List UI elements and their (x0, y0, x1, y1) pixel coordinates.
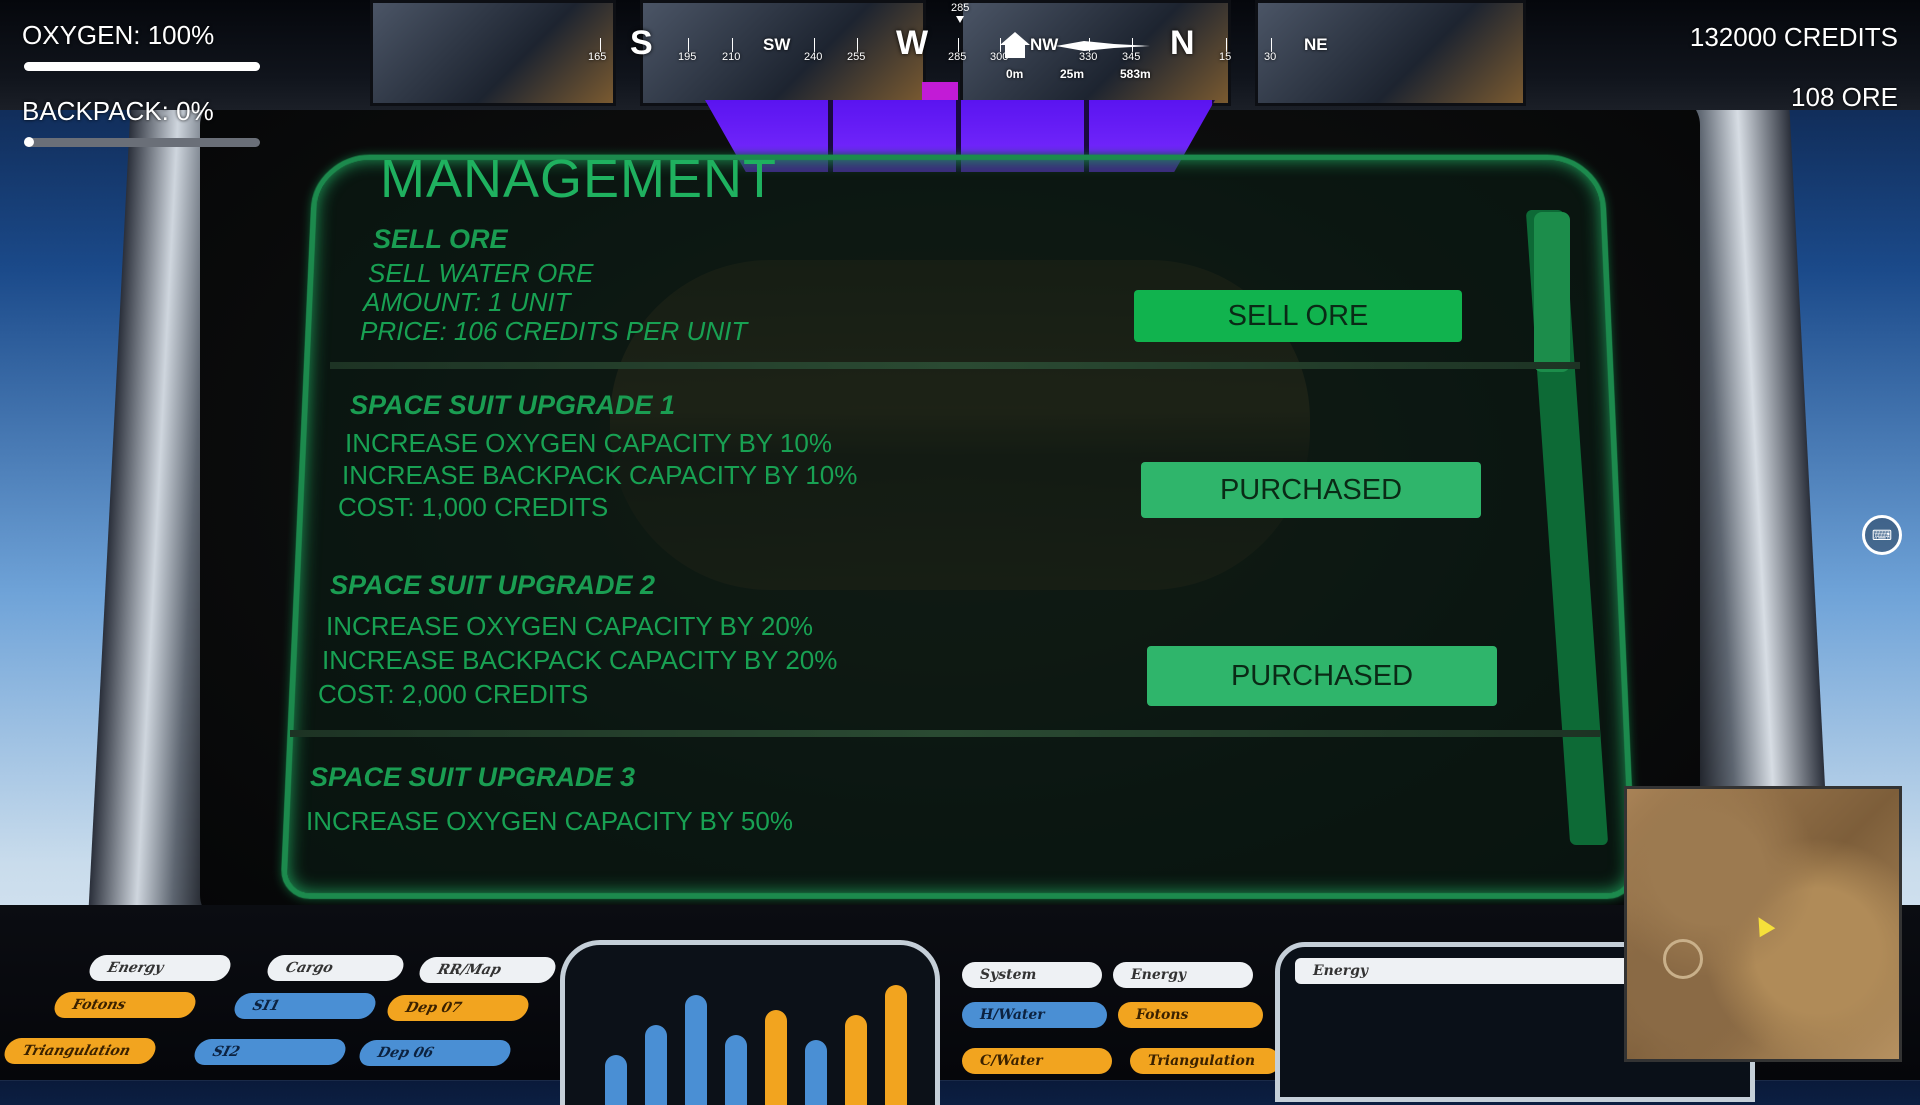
scrollbar-thumb[interactable] (1534, 212, 1570, 372)
compass-west: W (896, 24, 929, 62)
console-pill[interactable]: Fotons (1118, 1002, 1263, 1028)
compass-tick (1226, 38, 1227, 52)
sell-ore-price: PRICE: 106 CREDITS PER UNIT (360, 316, 748, 346)
oxygen-bar (24, 62, 260, 71)
console-pill[interactable]: System (962, 962, 1102, 988)
sell-ore-button[interactable]: SELL ORE (1134, 290, 1462, 342)
compass-degree: 255 (847, 51, 866, 63)
console-gauge-screen (560, 940, 940, 1105)
upgrade2-backpack: INCREASE BACKPACK CAPACITY BY 20% (322, 645, 838, 675)
console-pill[interactable]: H/Water (962, 1002, 1107, 1028)
compass-degree: 30 (1264, 51, 1277, 63)
compass-degree: 195 (678, 51, 697, 63)
compass-tick (814, 38, 815, 52)
compass-heading: 285 (951, 2, 970, 14)
compass-tick (1271, 38, 1272, 52)
console-pill[interactable]: Triangulation (1130, 1048, 1280, 1074)
oxygen-label: OXYGEN: 100% (22, 20, 215, 50)
home-icon (1000, 32, 1030, 58)
gauge-bar (685, 995, 707, 1105)
compass-south: S (630, 24, 653, 62)
compass-north: N (1170, 24, 1195, 62)
console-pill[interactable]: RR/Map (416, 957, 559, 983)
gauge-bar (805, 1040, 827, 1105)
upgrade2-heading: SPACE SUIT UPGRADE 2 (330, 570, 656, 600)
compass-tick (732, 38, 733, 52)
minimap-crater (1663, 939, 1703, 979)
gauge-bar (845, 1015, 867, 1105)
panel-title: MANAGEMENT (380, 149, 778, 209)
compass-degree: 240 (804, 51, 823, 63)
section-divider (290, 730, 1600, 737)
distance-ship: 583m (1120, 67, 1151, 81)
console-pill[interactable]: C/Water (962, 1048, 1112, 1074)
heading-pointer-icon (956, 16, 964, 23)
compass-degree: 285 (948, 51, 967, 63)
upgrade1-backpack: INCREASE BACKPACK CAPACITY BY 10% (342, 460, 858, 490)
distance-home: 0m (1006, 67, 1024, 81)
compass-degree: 15 (1219, 51, 1232, 63)
player-position-icon (1750, 912, 1776, 938)
sell-ore-amount: AMOUNT: 1 UNIT (363, 287, 571, 317)
console-pill[interactable]: Dep 06 (356, 1040, 514, 1066)
upgrade1-heading: SPACE SUIT UPGRADE 1 (350, 390, 676, 420)
compass-tick (600, 38, 601, 52)
gauge-bar (645, 1025, 667, 1105)
upgrade1-purchased-button[interactable]: PURCHASED (1141, 462, 1481, 518)
credits-counter: 132000 CREDITS (1689, 22, 1898, 52)
console-pill[interactable]: SI1 (231, 993, 379, 1019)
ore-counter: 108 ORE (1791, 82, 1898, 112)
gauge-bar (605, 1055, 627, 1105)
compass-tick (958, 38, 959, 52)
gauge-bar (765, 1010, 787, 1105)
compass-degree: 165 (588, 51, 607, 63)
upgrade2-oxygen: INCREASE OXYGEN CAPACITY BY 20% (326, 611, 813, 641)
minimap[interactable] (1624, 786, 1902, 1062)
compass-degree: 210 (722, 51, 741, 63)
sell-ore-heading: SELL ORE (373, 224, 508, 254)
upgrade1-oxygen: INCREASE OXYGEN CAPACITY BY 10% (345, 428, 832, 458)
console-pill[interactable]: Energy (1113, 962, 1253, 988)
console-pill[interactable]: SI2 (191, 1039, 349, 1065)
compass-northeast: NE (1304, 35, 1328, 54)
backpack-bar-knob (24, 137, 34, 147)
compass-tick (688, 38, 689, 52)
upgrade3-oxygen: INCREASE OXYGEN CAPACITY BY 50% (306, 806, 793, 836)
console-pill[interactable]: Cargo (264, 955, 407, 981)
compass: 285 S W N SW NW NE 165 195 210 240 255 2… (560, 0, 1360, 81)
console-pill[interactable]: Triangulation (1, 1038, 159, 1064)
keyboard-icon[interactable]: ⌨ (1862, 515, 1902, 555)
gauge-bar (885, 985, 907, 1105)
backpack-bar (24, 137, 260, 147)
upgrade1-cost: COST: 1,000 CREDITS (338, 492, 609, 522)
upgrade3-heading: SPACE SUIT UPGRADE 3 (310, 762, 636, 792)
console-pill[interactable]: Energy (86, 955, 234, 981)
ship-icon (1056, 41, 1150, 51)
backpack-label: BACKPACK: 0% (22, 96, 214, 126)
compass-tick (857, 38, 858, 52)
upgrade2-cost: COST: 2,000 CREDITS (318, 679, 589, 709)
console-pill[interactable]: Fotons (51, 992, 199, 1018)
console-pill[interactable]: Dep 07 (384, 995, 532, 1021)
upgrade2-purchased-button[interactable]: PURCHASED (1147, 646, 1497, 706)
oxygen-bar-fill (24, 62, 260, 71)
section-divider (330, 362, 1580, 369)
compass-southwest: SW (763, 35, 791, 54)
gauge-bar (725, 1035, 747, 1105)
distance-marker: 25m (1060, 67, 1085, 81)
sell-ore-type: SELL WATER ORE (368, 258, 594, 288)
